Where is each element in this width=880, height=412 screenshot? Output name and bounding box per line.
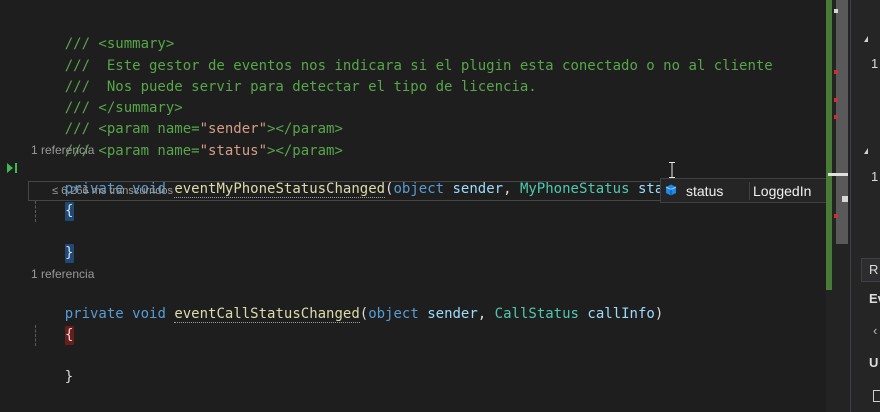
datatip-name: status bbox=[686, 183, 724, 199]
method2-signature: private void eventCallStatusChanged(obje… bbox=[64, 306, 664, 323]
doc-comment-line-1: /// Este gestor de eventos nos indicara … bbox=[64, 58, 773, 74]
datatip[interactable]: status LoggedIn ⊸ bbox=[660, 178, 843, 203]
collapse-triangle-icon[interactable] bbox=[864, 148, 868, 154]
side-panel[interactable]: 1 1 R Ev ‹ U bbox=[850, 0, 880, 412]
scroll-mark-error bbox=[834, 214, 838, 218]
field-icon bbox=[665, 184, 677, 196]
datatip-value[interactable]: LoggedIn bbox=[753, 183, 811, 199]
method1-indent-guide bbox=[35, 201, 36, 222]
method2-close-brace-line: } bbox=[31, 346, 73, 385]
perf-tip[interactable]: ≤ 6.266 ms transcurridos bbox=[52, 184, 173, 198]
method2-indent-guide bbox=[35, 325, 36, 346]
scroll-caret-marker bbox=[828, 173, 848, 176]
scroll-mark-error bbox=[834, 115, 838, 119]
step-marker-icon bbox=[15, 163, 17, 173]
scroll-mark bbox=[834, 9, 838, 13]
method2-close-brace: } bbox=[64, 369, 74, 385]
scrollbar-thumb[interactable] bbox=[836, 0, 848, 244]
scroll-mark-error bbox=[834, 70, 838, 74]
method1-close-brace-line: } bbox=[31, 222, 74, 263]
side-panel-item: 1 bbox=[871, 56, 879, 71]
collapse-triangle-icon[interactable] bbox=[864, 36, 868, 42]
method2-open-brace-line: { bbox=[31, 304, 74, 345]
side-panel-tab[interactable]: R bbox=[861, 258, 880, 282]
codelens-references-method1[interactable]: 1 referencia bbox=[31, 143, 94, 157]
text-cursor-icon bbox=[669, 162, 675, 178]
doc-comment-summary-close: /// </summary> bbox=[64, 100, 183, 116]
change-tracking-margin bbox=[826, 0, 832, 290]
side-panel-header: U bbox=[869, 355, 879, 370]
code-editor[interactable]: /// <summary> /// Este gestor de eventos… bbox=[0, 0, 843, 412]
side-panel-arrow-icon[interactable]: ‹ bbox=[873, 323, 877, 338]
doc-comment-param-status: /// <param name="status"></param> bbox=[64, 143, 343, 159]
method1-open-brace: { bbox=[64, 202, 74, 221]
scroll-mark-error bbox=[834, 98, 838, 102]
method1-signature: private void eventMyPhoneStatusChanged(o… bbox=[31, 158, 697, 198]
doc-comment-param-sender: /// <param name="sender"></param> bbox=[64, 121, 343, 137]
method2-open-brace: { bbox=[64, 326, 74, 345]
checkbox[interactable] bbox=[873, 390, 880, 402]
method1-close-brace: } bbox=[64, 244, 74, 263]
side-panel-item: 1 bbox=[871, 169, 879, 184]
codelens-references-method2[interactable]: 1 referencia bbox=[31, 267, 94, 281]
doc-comment-line-2: /// Nos puede servir para detectar el ti… bbox=[64, 79, 537, 95]
doc-comment-summary-open: /// <summary> bbox=[64, 36, 175, 52]
datatip-separator bbox=[749, 182, 750, 200]
method2-name[interactable]: eventCallStatusChanged bbox=[174, 306, 360, 323]
scroll-mark bbox=[842, 196, 848, 202]
side-panel-header: Ev bbox=[869, 291, 880, 306]
breakpoint-arrow-icon bbox=[7, 163, 13, 173]
